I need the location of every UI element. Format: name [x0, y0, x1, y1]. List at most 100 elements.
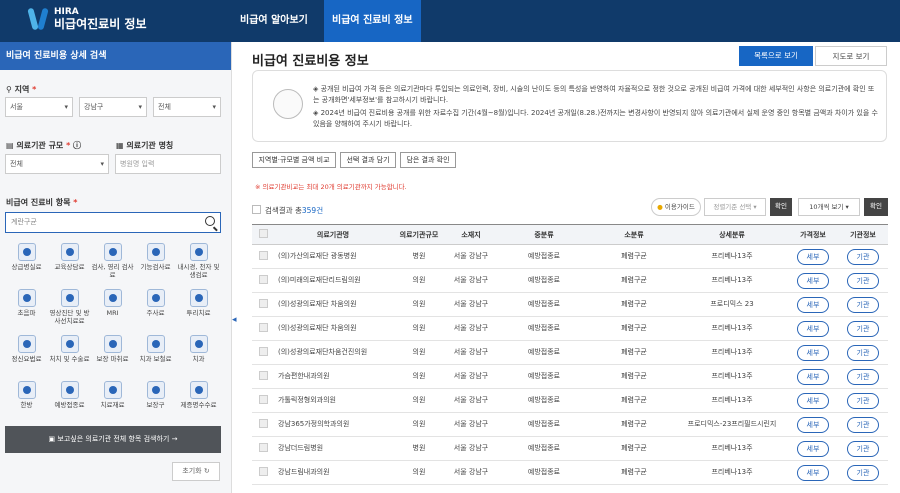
row-checkbox[interactable] [258, 346, 268, 356]
category-radiology[interactable]: 영상진단 및 방사선치료료 [48, 284, 91, 330]
map-view-button[interactable]: 지도로 보기 [815, 46, 887, 66]
hospital-name-link[interactable]: (의)미래의료재단리드림의원 [274, 268, 392, 293]
category-ultrasound[interactable]: 초음파 [5, 284, 48, 330]
category-test[interactable]: 검사, 영리 검사료 [91, 238, 134, 284]
hospital-name-link[interactable]: (의)성광의료재단 차움의원 [274, 316, 392, 341]
price-detail-button[interactable]: 세부 [797, 416, 829, 433]
org-info-button[interactable]: 기관 [847, 368, 879, 385]
price-detail-button[interactable]: 세부 [797, 368, 829, 385]
collapse-sidebar-icon[interactable]: ◂ [232, 310, 240, 330]
org-info-button[interactable]: 기관 [847, 272, 879, 289]
row-checkbox[interactable] [258, 322, 268, 332]
sort-select[interactable]: 정렬기준 선택 ▾ [704, 198, 766, 216]
category-room[interactable]: 상급병실료 [5, 238, 48, 284]
org-info-button[interactable]: 기관 [847, 320, 879, 337]
hospital-name-link[interactable]: 가톨릭정형외과의원 [274, 388, 392, 413]
category-therapy[interactable]: 투리치료 [177, 284, 220, 330]
category-dental[interactable]: 치과 [177, 330, 220, 376]
price-detail-button[interactable]: 세부 [797, 272, 829, 289]
compare-button[interactable]: 지역별·규모별 금액 비교 [252, 152, 336, 168]
category-mri[interactable]: MRI [91, 284, 134, 330]
detail-category-cell: 프로디믹스 23 [676, 292, 788, 317]
header-checkbox[interactable] [258, 229, 268, 238]
per-page-select[interactable]: 10개씩 보기 ▾ [798, 198, 860, 216]
hira-logo[interactable]: HIRA 비급여진료비 정보 [28, 6, 147, 32]
org-info-button[interactable]: 기관 [847, 344, 879, 361]
row-checkbox[interactable] [258, 442, 268, 452]
certificate-icon [189, 381, 208, 399]
column-header: 소재지 [446, 224, 496, 245]
price-detail-button[interactable]: 세부 [797, 296, 829, 313]
scale-cell: 의원 [392, 460, 446, 485]
hospital-name-link[interactable]: (의)성광의료재단차움건진의원 [274, 340, 392, 365]
search-icon[interactable] [205, 216, 215, 226]
category-certificate[interactable]: 제증명수수료 [177, 376, 220, 422]
hospital-name-link[interactable]: 강남드림내과의원 [274, 460, 392, 485]
row-checkbox[interactable] [258, 250, 268, 260]
region-dong-select[interactable]: 전체 ▾ [153, 97, 221, 117]
org-info-button[interactable]: 기관 [847, 440, 879, 457]
category-oriental[interactable]: 한방 [5, 376, 48, 422]
hospital-name-link[interactable]: (의)가산의료재단 광동병원 [274, 244, 392, 269]
price-detail-button[interactable]: 세부 [797, 320, 829, 337]
category-surgery[interactable]: 처치 및 수술료 [48, 330, 91, 376]
select-all-checkbox[interactable] [252, 205, 261, 214]
hospital-name-link[interactable]: 강남더드림병원 [274, 436, 392, 461]
category-dental-prosthesis[interactable]: 치과 보철료 [134, 330, 177, 376]
org-info-button[interactable]: 기관 [847, 296, 879, 313]
region-district-select[interactable]: 강남구 ▾ [79, 97, 147, 117]
sort-confirm-button[interactable]: 확인 [770, 198, 792, 216]
hospital-name-link[interactable]: 강남365가정의학과의원 [274, 412, 392, 437]
row-checkbox[interactable] [258, 418, 268, 428]
row-checkbox[interactable] [258, 370, 268, 380]
location-cell: 서울 강남구 [446, 436, 496, 461]
price-detail-button[interactable]: 세부 [797, 344, 829, 361]
category-equipment[interactable]: 보장구 [134, 376, 177, 422]
category-counsel[interactable]: 교육상담료 [48, 238, 91, 284]
category-vaccination[interactable]: 예방접종료 [48, 376, 91, 422]
per-page-confirm-button[interactable]: 확인 [864, 198, 888, 216]
hospital-name-link[interactable]: 가슴편한내과의원 [274, 364, 392, 389]
category-materials[interactable]: 치료재료 [91, 376, 134, 422]
mid-category-cell: 예방접종료 [496, 460, 592, 485]
nav-noncovered-cost[interactable]: 비급여 진료비 정보 [324, 0, 421, 42]
hospital-name-link[interactable]: (의)성광의료재단 차움의원 [274, 292, 392, 317]
name-input[interactable]: 병원명 입력 [115, 154, 221, 174]
row-checkbox[interactable] [258, 466, 268, 476]
row-checkbox[interactable] [258, 274, 268, 284]
price-detail-button[interactable]: 세부 [797, 248, 829, 265]
org-info-button[interactable]: 기관 [847, 416, 879, 433]
list-view-button[interactable]: 목록으로 보기 [739, 46, 813, 66]
category-psychiatry[interactable]: 정신요법료 [5, 330, 48, 376]
anesthesia-icon [103, 335, 122, 353]
row-checkbox[interactable] [258, 394, 268, 404]
org-info-button[interactable]: 기관 [847, 392, 879, 409]
help-icon[interactable]: ⓘ [70, 141, 81, 150]
category-anesthesia[interactable]: 보장 마취료 [91, 330, 134, 376]
save-result-button[interactable]: 선택 결과 담기 [340, 152, 396, 168]
mri-icon [103, 289, 122, 307]
location-cell: 서울 강남구 [446, 244, 496, 269]
detail-category-cell: 프리베나13주 [676, 244, 788, 269]
category-injection[interactable]: 주사료 [134, 284, 177, 330]
detail-category-cell: 프리베나13주 [676, 268, 788, 293]
org-info-button[interactable]: 기관 [847, 248, 879, 265]
check-result-button[interactable]: 담은 결과 확인 [400, 152, 456, 168]
reset-button[interactable]: 초기화 ↻ [172, 462, 220, 481]
nav-about-noncovered[interactable]: 비급여 알아보기 [240, 0, 308, 42]
row-checkbox[interactable] [258, 298, 268, 308]
location-cell: 서울 강남구 [446, 340, 496, 365]
guide-button[interactable]: ● 이용가이드 [651, 198, 701, 216]
price-detail-button[interactable]: 세부 [797, 464, 829, 481]
scale-select[interactable]: 전체 ▾ [5, 154, 109, 174]
detail-category-cell: 프리베나13주 [676, 388, 788, 413]
scale-cell: 의원 [392, 364, 446, 389]
category-function-test[interactable]: 기능검사료 [134, 238, 177, 284]
price-detail-button[interactable]: 세부 [797, 440, 829, 457]
search-all-button[interactable]: ▣ 보고싶은 의료기관 전체 항목 검색하기 → [5, 426, 221, 453]
region-city-select[interactable]: 서울 ▾ [5, 97, 73, 117]
item-search-input[interactable]: 계란구균 [5, 212, 221, 233]
price-detail-button[interactable]: 세부 [797, 392, 829, 409]
org-info-button[interactable]: 기관 [847, 464, 879, 481]
category-endoscopy[interactable]: 내시경, 천자 및 생검료 [177, 238, 220, 284]
